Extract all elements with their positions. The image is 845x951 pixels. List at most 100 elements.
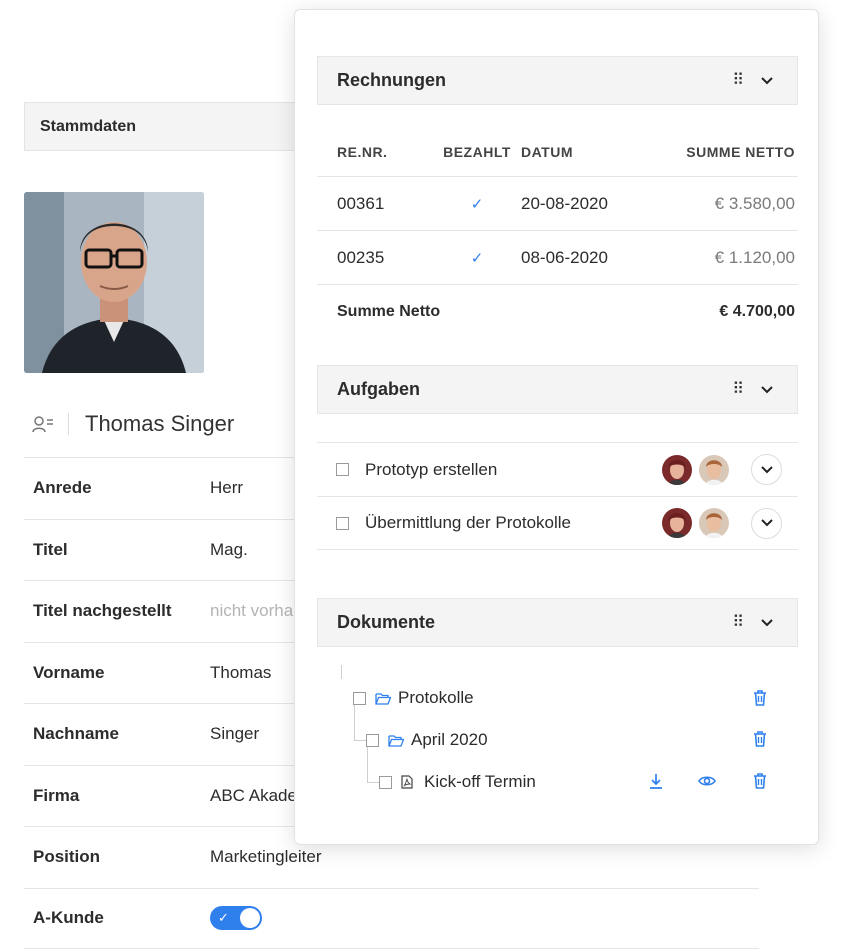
task-label: Prototyp erstellen <box>365 459 498 479</box>
chevron-down-icon[interactable] <box>761 384 773 396</box>
col-header-date[interactable]: DATUM <box>521 144 641 160</box>
expand-task-button[interactable] <box>751 507 782 539</box>
doc-checkbox[interactable] <box>379 775 392 789</box>
table-row[interactable]: 00361 ✓ 20-08-2020 € 3.580,00 <box>317 176 798 230</box>
col-header-sum[interactable]: SUMME NETTO <box>641 144 795 160</box>
col-header-paid[interactable]: BEZAHLT <box>433 144 521 160</box>
doc-label: Kick-off Termin <box>424 772 536 791</box>
invoice-sum: € 3.580,00 <box>714 193 795 213</box>
field-value: Mag. <box>210 539 248 559</box>
detail-panel: Rechnungen ⠿ RE.NR. BEZAHLT DATUM SUMME … <box>294 9 819 845</box>
invoice-date: 08-06-2020 <box>521 247 608 267</box>
assignee-avatars <box>655 508 729 538</box>
task-checkbox[interactable] <box>336 516 349 530</box>
field-value: Thomas <box>210 662 272 682</box>
download-icon[interactable] <box>647 772 665 790</box>
trash-icon[interactable] <box>751 772 769 790</box>
invoice-sum: € 1.120,00 <box>714 247 795 267</box>
field-row-a-kunde: A-Kunde ✓ <box>24 887 759 949</box>
eye-icon[interactable] <box>698 772 716 790</box>
stammdaten-header[interactable]: Stammdaten <box>24 102 324 151</box>
contact-name-row: Thomas Singer <box>32 404 234 444</box>
folder-open-icon <box>388 733 404 747</box>
drag-handle-icon[interactable]: ⠿ <box>732 381 744 398</box>
total-value: € 4.700,00 <box>719 302 795 320</box>
invoice-nr: 00361 <box>337 193 385 213</box>
invoices-table-header: RE.NR. BEZAHLT DATUM SUMME NETTO <box>317 128 798 176</box>
name-separator <box>68 413 69 435</box>
doc-label: April 2020 <box>411 730 488 749</box>
doc-checkbox[interactable] <box>366 733 379 747</box>
field-value-placeholder: nicht vorha <box>210 601 294 621</box>
tree-line <box>367 782 379 783</box>
tree-line <box>341 665 342 679</box>
a-kunde-toggle[interactable]: ✓ <box>210 906 262 931</box>
tree-line <box>354 740 366 741</box>
contact-photo-image <box>24 192 204 373</box>
pdf-file-icon <box>401 775 417 789</box>
avatar[interactable] <box>662 508 692 538</box>
list-item[interactable]: Übermittlung der Protokolle <box>317 496 798 550</box>
documents-header[interactable]: Dokumente ⠿ <box>317 598 798 647</box>
field-value: Herr <box>210 478 244 498</box>
field-label: A-Kunde <box>33 908 104 928</box>
contact-card-icon <box>32 413 54 435</box>
drag-handle-icon[interactable]: ⠿ <box>732 614 744 631</box>
task-checkbox[interactable] <box>336 463 349 476</box>
doc-item-april-2020[interactable]: April 2020 <box>366 726 488 754</box>
expand-task-button[interactable] <box>751 454 782 485</box>
field-label: Firma <box>33 785 80 805</box>
paid-check-icon: ✓ <box>470 249 484 267</box>
assignee-avatars <box>655 454 729 485</box>
list-item[interactable]: Prototyp erstellen <box>317 442 798 496</box>
invoices-total-row: Summe Netto € 4.700,00 <box>317 284 798 338</box>
table-row[interactable]: 00235 ✓ 08-06-2020 € 1.120,00 <box>317 230 798 284</box>
tasks-title: Aufgaben <box>337 379 420 399</box>
invoices-header[interactable]: Rechnungen ⠿ <box>317 56 798 105</box>
col-header-nr[interactable]: RE.NR. <box>337 144 433 160</box>
tasks-tools: ⠿ <box>732 381 773 398</box>
tasks-list: Prototyp erstellen Übermittlung der Prot… <box>317 442 798 550</box>
documents-tools: ⠿ <box>732 614 773 631</box>
contact-photo <box>24 192 204 373</box>
documents-title: Dokumente <box>337 612 436 632</box>
tasks-header[interactable]: Aufgaben ⠿ <box>317 365 798 414</box>
stammdaten-title: Stammdaten <box>40 117 137 135</box>
task-label: Übermittlung der Protokolle <box>365 513 571 532</box>
trash-icon[interactable] <box>751 689 769 707</box>
invoices-tools: ⠿ <box>732 72 773 89</box>
avatar[interactable] <box>699 454 729 485</box>
toggle-check-icon: ✓ <box>218 910 229 926</box>
field-label: Titel nachgestellt <box>33 601 172 621</box>
chevron-down-icon <box>760 519 773 527</box>
invoices-table: RE.NR. BEZAHLT DATUM SUMME NETTO 00361 ✓… <box>317 128 798 338</box>
contact-name: Thomas Singer <box>85 411 235 436</box>
field-value: Singer <box>210 724 260 744</box>
folder-open-icon <box>375 691 391 705</box>
chevron-down-icon <box>760 465 773 473</box>
chevron-down-icon[interactable] <box>761 75 773 87</box>
documents-tree: Protokolle April 2020 Kick-off Termin <box>317 665 798 805</box>
paid-check-icon: ✓ <box>470 195 484 213</box>
field-label: Position <box>33 847 101 867</box>
doc-checkbox[interactable] <box>353 691 366 705</box>
total-label: Summe Netto <box>337 302 441 320</box>
field-label: Titel <box>33 539 68 559</box>
avatar[interactable] <box>699 508 729 538</box>
field-value: ABC Akade <box>210 785 297 805</box>
invoices-title: Rechnungen <box>337 70 447 90</box>
field-value: Marketingleiter <box>210 847 322 867</box>
field-label: Anrede <box>33 478 92 498</box>
toggle-knob <box>240 908 260 929</box>
field-label: Nachname <box>33 724 119 744</box>
invoice-nr: 00235 <box>337 247 385 267</box>
field-label: Vorname <box>33 662 105 682</box>
invoice-date: 20-08-2020 <box>521 193 608 213</box>
doc-item-protokolle[interactable]: Protokolle <box>353 684 474 712</box>
avatar[interactable] <box>662 454 692 485</box>
trash-icon[interactable] <box>751 730 769 748</box>
doc-label: Protokolle <box>398 688 474 707</box>
drag-handle-icon[interactable]: ⠿ <box>732 72 744 89</box>
doc-item-kick-off-termin[interactable]: Kick-off Termin <box>379 768 536 796</box>
chevron-down-icon[interactable] <box>761 617 773 629</box>
